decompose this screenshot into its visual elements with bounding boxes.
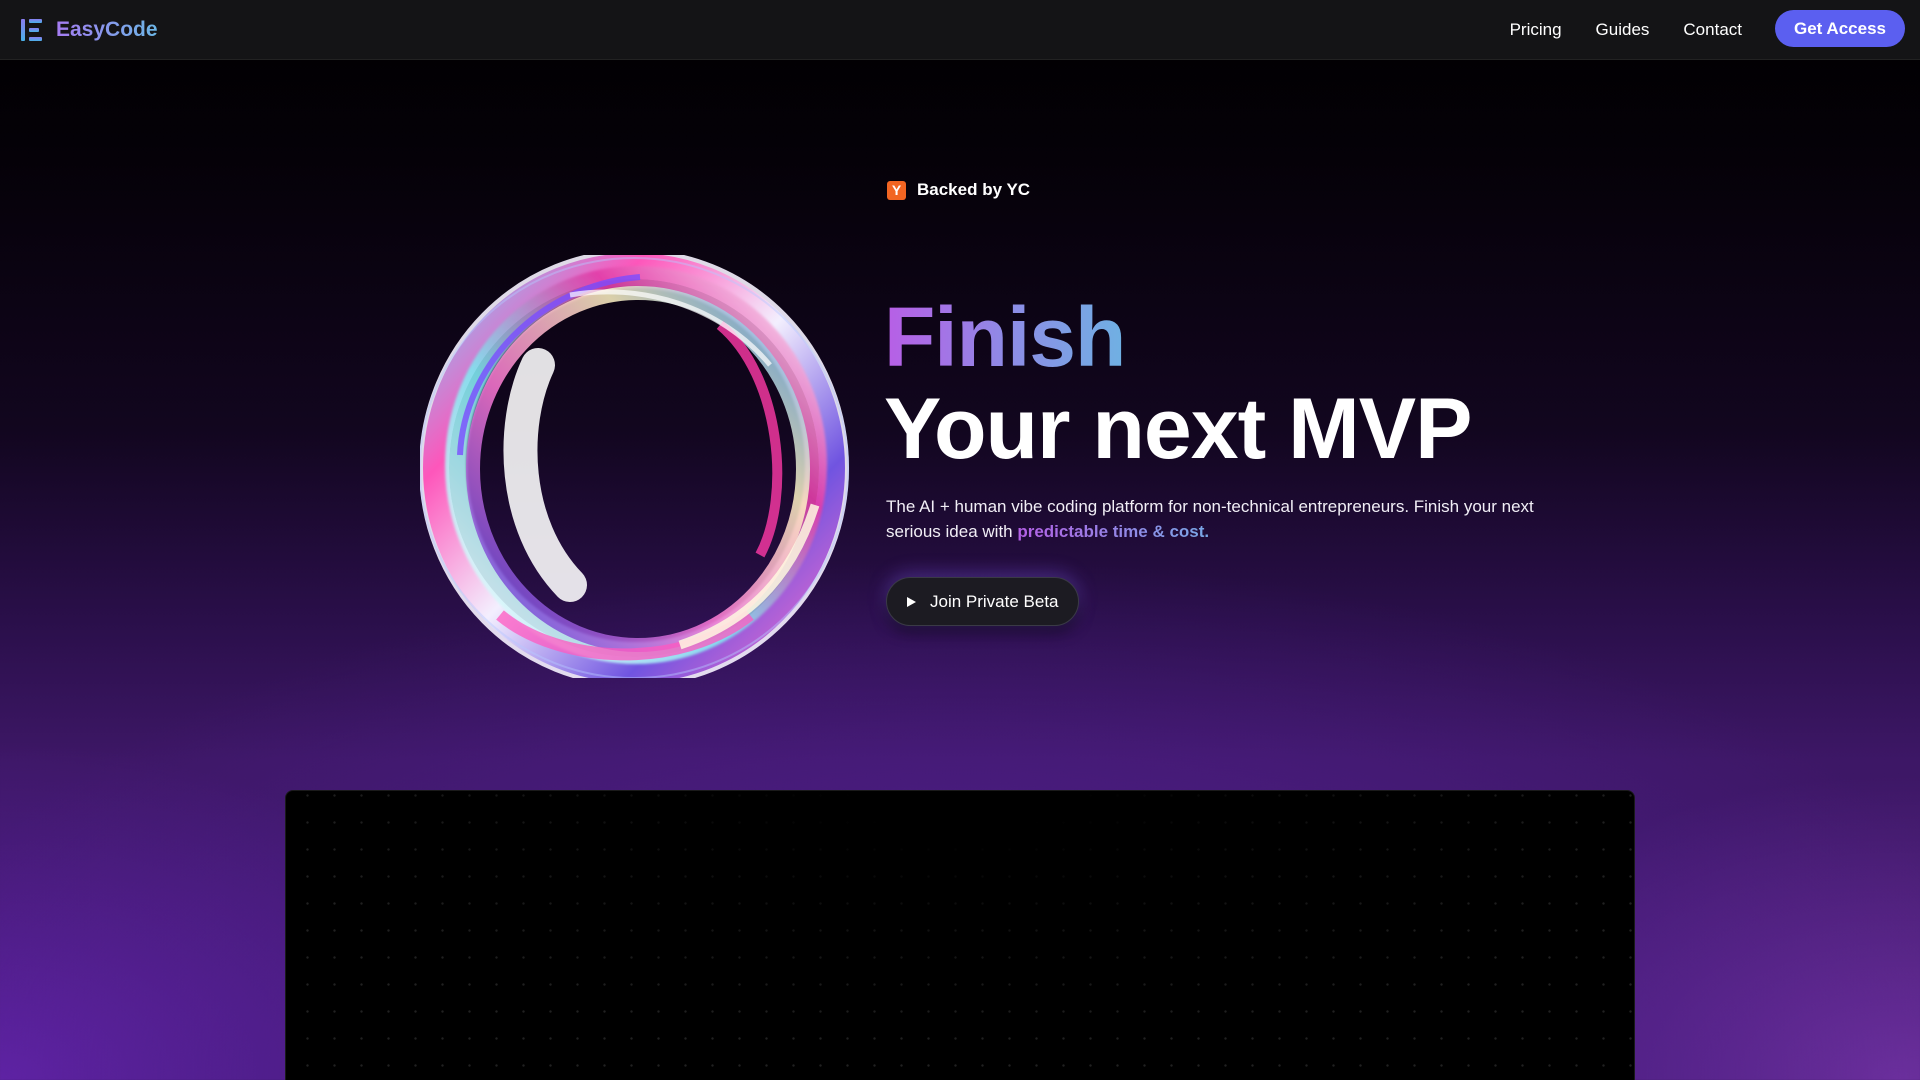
join-private-beta-label: Join Private Beta bbox=[930, 591, 1059, 611]
nav-link-contact[interactable]: Contact bbox=[1683, 20, 1742, 40]
brand-name: EasyCode bbox=[56, 18, 158, 41]
join-private-beta-button[interactable]: Join Private Beta bbox=[886, 577, 1079, 626]
nav-link-guides[interactable]: Guides bbox=[1596, 20, 1650, 40]
hero-description-text: The AI + human vibe coding platform for … bbox=[886, 497, 1534, 541]
product-preview-panel bbox=[285, 790, 1635, 1080]
top-navigation-bar: EasyCode Pricing Guides Contact Get Acce… bbox=[0, 0, 1920, 60]
easycode-logo-icon bbox=[21, 17, 43, 43]
hero-title-accent: Finish bbox=[884, 290, 1126, 384]
predictable-time-cost-link[interactable]: predictable time & cost. bbox=[1017, 522, 1209, 541]
hero-title-main: Your next MVP bbox=[884, 381, 1472, 477]
hero-description: The AI + human vibe coding platform for … bbox=[886, 494, 1536, 544]
get-access-button[interactable]: Get Access bbox=[1775, 10, 1905, 47]
panel-dot-grid-fade bbox=[286, 791, 1634, 1080]
nav-link-pricing[interactable]: Pricing bbox=[1510, 20, 1562, 40]
badge-text: Backed by YC bbox=[917, 180, 1031, 199]
play-icon bbox=[907, 596, 916, 607]
nav-links: Pricing Guides Contact bbox=[1510, 20, 1742, 40]
iridescent-ring-illustration bbox=[420, 255, 849, 678]
brand-logo[interactable]: EasyCode bbox=[21, 17, 158, 43]
backed-by-yc-badge: Y Backed by YC bbox=[887, 180, 1030, 200]
yc-icon: Y bbox=[887, 180, 906, 200]
